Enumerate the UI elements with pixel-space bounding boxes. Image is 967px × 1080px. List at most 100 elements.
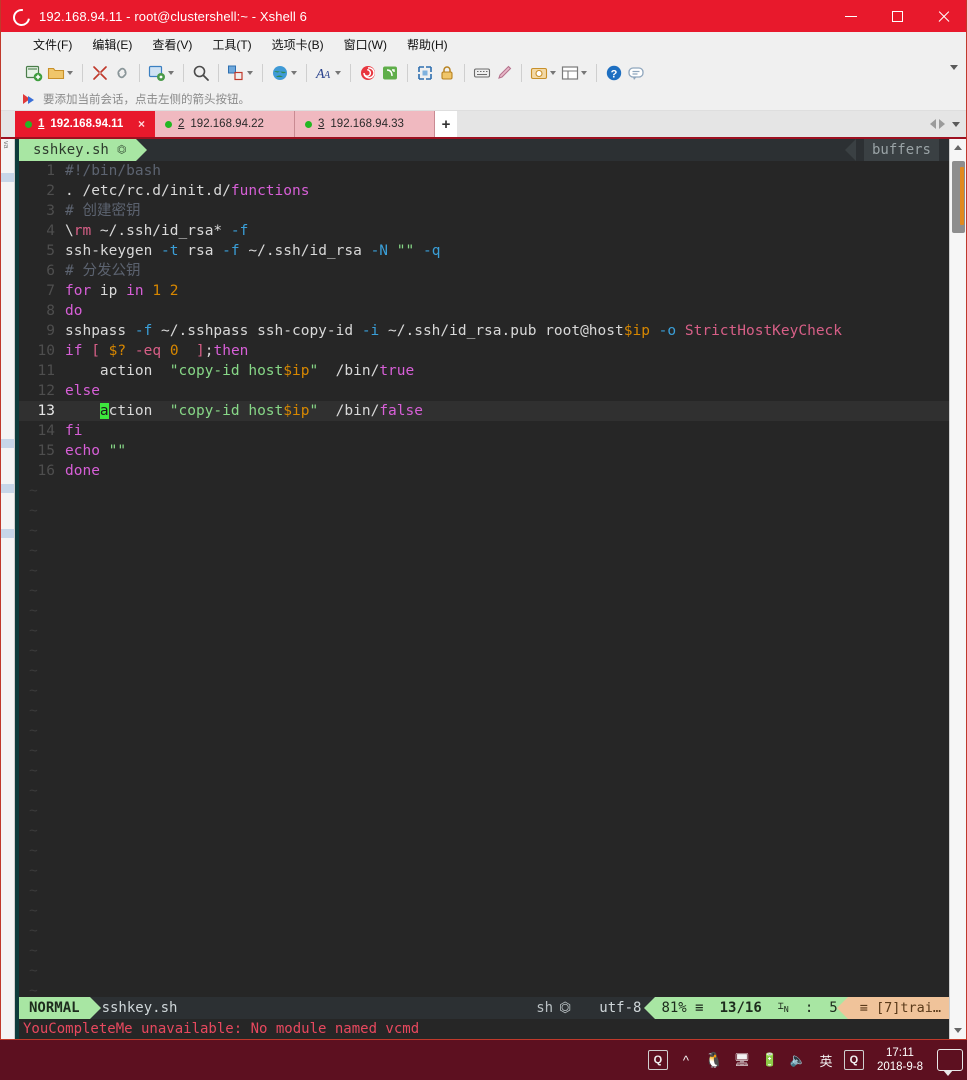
code-line[interactable]: 16 done <box>19 461 949 481</box>
chevron-down-icon[interactable] <box>67 70 73 75</box>
taskbar-clock[interactable]: 17:11 2018-9-8 <box>869 1046 931 1074</box>
empty-line-marker: ~ <box>29 683 38 699</box>
left-dock-marker <box>1 484 14 493</box>
terminal-scrollbar[interactable] <box>949 139 966 1039</box>
code-line[interactable]: 10 if [ $? -eq 0 ];then <box>19 341 949 361</box>
menu-tabs[interactable]: 选项卡(B) <box>262 33 334 56</box>
code-token: #!/bin/bash <box>65 163 162 179</box>
left-dock-panel[interactable]: va <box>1 139 15 1039</box>
code-line[interactable]: 5 ssh-keygen -t rsa -f ~/.ssh/id_rsa -N "… <box>19 241 949 261</box>
code-token: ~/.ssh/id_rsa <box>239 243 371 259</box>
toolbar-button-chat[interactable] <box>625 60 647 86</box>
menu-edit[interactable]: 编辑(E) <box>82 33 142 56</box>
tab-list-icon[interactable] <box>952 121 960 127</box>
code-line[interactable]: 7 for ip in 1 2 <box>19 281 949 301</box>
chevron-down-icon[interactable] <box>550 70 556 75</box>
code-line[interactable]: 4 \rm ~/.ssh/id_rsa* -f <box>19 221 949 241</box>
add-session-arrow-icon[interactable] <box>23 93 37 105</box>
left-dock-label: va <box>2 141 9 149</box>
volume-icon[interactable]: 🔈 <box>785 1045 811 1075</box>
line-text: #!/bin/bash <box>65 161 161 181</box>
highlight-icon <box>495 64 513 82</box>
toolbar-button-font-size[interactable]: AA <box>313 60 344 86</box>
previous-tab-icon[interactable] <box>930 119 936 129</box>
battery-icon[interactable]: 🔋 <box>757 1045 783 1075</box>
code-token: do <box>65 303 83 319</box>
toolbar-button-new-session[interactable] <box>23 60 45 86</box>
line-number: 1 <box>46 163 55 179</box>
toolbar-button-lock[interactable] <box>436 60 458 86</box>
code-token: fi <box>65 423 83 439</box>
toolbar-button-find[interactable] <box>190 60 212 86</box>
code-line[interactable]: 13 action "copy-id host$ip" /bin/false <box>19 401 949 421</box>
ime-chinese-icon[interactable]: 英 <box>813 1045 839 1075</box>
toolbar-button-open-folder[interactable] <box>45 60 76 86</box>
toolbar-button-keyboard[interactable] <box>471 60 493 86</box>
vim-code-area[interactable]: 1 #!/bin/bash 2 . /etc/rc.d/init.d/function… <box>19 161 949 1021</box>
chevron-down-icon[interactable] <box>291 70 297 75</box>
next-tab-icon[interactable] <box>939 119 945 129</box>
close-button[interactable] <box>920 0 966 32</box>
vim-terminal[interactable]: sshkey.sh ⏣ buffers 1 #!/bin/bash 2 . /etc/… <box>15 139 949 1039</box>
code-line[interactable]: 1 #!/bin/bash <box>19 161 949 181</box>
code-line[interactable]: 8 do <box>19 301 949 321</box>
toolbar-button-help[interactable]: ? <box>603 60 625 86</box>
toolbar-button-capture[interactable] <box>528 60 559 86</box>
line-number: 16 <box>37 463 55 479</box>
menu-help[interactable]: 帮助(H) <box>397 33 458 56</box>
capture-icon <box>530 64 548 82</box>
code-line[interactable]: 9 sshpass -f ~/.sshpass ssh-copy-id -i ~/… <box>19 321 949 341</box>
code-token: $? <box>108 343 127 359</box>
chevron-down-icon[interactable] <box>247 70 253 75</box>
vim-tab-sshkey[interactable]: sshkey.sh ⏣ <box>19 139 148 161</box>
add-tab-button[interactable]: + <box>435 111 457 137</box>
toolbar-button-layout[interactable] <box>559 60 590 86</box>
close-tab-icon[interactable]: × <box>132 117 145 131</box>
code-line[interactable]: 3 # 创建密钥 <box>19 201 949 221</box>
code-line[interactable]: 12 else <box>19 381 949 401</box>
toolbar-button-highlight[interactable] <box>493 60 515 86</box>
session-tab-3[interactable]: 3 192.168.94.33 <box>295 111 435 137</box>
notifications-icon[interactable] <box>937 1049 963 1076</box>
session-tab-1[interactable]: 1 192.168.94.11 × <box>15 111 155 137</box>
toolbar-overflow-icon[interactable] <box>950 65 958 70</box>
search-icon[interactable]: Q <box>645 1045 671 1075</box>
menu-file[interactable]: 文件(F) <box>23 33 82 56</box>
qq-penguin-icon[interactable]: 🐧 <box>701 1045 727 1075</box>
chevron-down-icon[interactable] <box>168 70 174 75</box>
toolbar-button-script[interactable] <box>379 60 401 86</box>
session-tab-2[interactable]: 2 192.168.94.22 <box>155 111 295 137</box>
maximize-button[interactable] <box>874 0 920 32</box>
code-line[interactable]: 6 # 分发公钥 <box>19 261 949 281</box>
app-icon[interactable]: Q <box>841 1045 867 1075</box>
toolbar-button-file-transfer[interactable] <box>225 60 256 86</box>
network-icon[interactable]: 🖥 <box>729 1045 755 1075</box>
minimize-button[interactable] <box>828 0 874 32</box>
code-line[interactable]: 15 echo "" <box>19 441 949 461</box>
menu-window[interactable]: 窗口(W) <box>334 33 397 56</box>
code-token: ~/.ssh/id_rsa.pub root@host <box>379 323 624 339</box>
toolbar-button-globe[interactable] <box>269 60 300 86</box>
chevron-down-icon[interactable] <box>335 70 341 75</box>
scroll-down-icon[interactable] <box>954 1028 962 1033</box>
toolbar-button-log[interactable] <box>357 60 379 86</box>
toolbar-button-session-properties[interactable] <box>146 60 177 86</box>
scroll-thumb[interactable] <box>952 161 965 233</box>
menu-view[interactable]: 查看(V) <box>142 33 202 56</box>
code-line[interactable]: 11 action "copy-id host$ip" /bin/true <box>19 361 949 381</box>
toolbar-button-reconnect[interactable] <box>111 60 133 86</box>
toolbar-button-disconnect[interactable] <box>89 60 111 86</box>
chevron-down-icon[interactable] <box>581 70 587 75</box>
code-token: rm <box>73 223 92 239</box>
code-line[interactable]: 14 fi <box>19 421 949 441</box>
code-line[interactable]: 2 . /etc/rc.d/init.d/functions <box>19 181 949 201</box>
menu-tools[interactable]: 工具(T) <box>202 33 261 56</box>
toolbar-button-fullscreen[interactable] <box>414 60 436 86</box>
toolbar-separator <box>183 63 184 82</box>
find-icon <box>192 64 210 82</box>
taskbar-tray: Q ^ 🐧 🖥 🔋 🔈 英 Q 17:11 2018-9-8 <box>645 1045 967 1076</box>
show-hidden-icons-icon[interactable]: ^ <box>673 1045 699 1075</box>
scroll-up-icon[interactable] <box>954 145 962 150</box>
